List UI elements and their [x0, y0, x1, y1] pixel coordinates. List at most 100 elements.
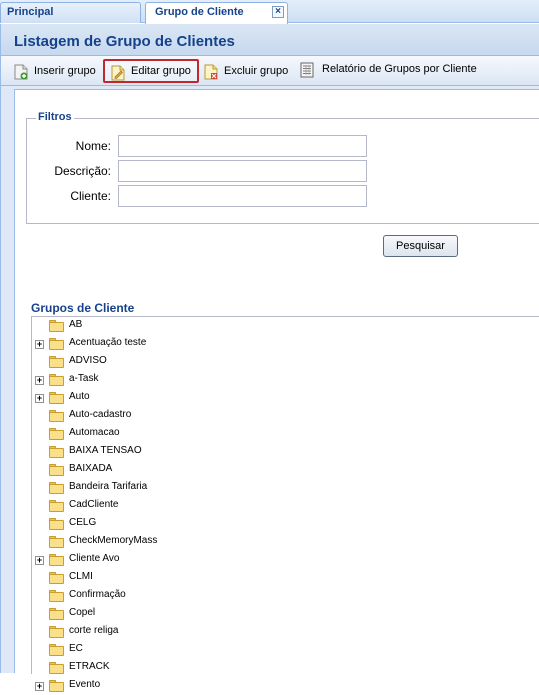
folder-icon [49, 626, 64, 638]
folder-icon [49, 608, 64, 620]
expand-icon[interactable]: + [35, 556, 44, 565]
tree-node[interactable]: + Evento [32, 677, 539, 695]
tree-node-label: Acentuação teste [69, 337, 147, 348]
pesquisar-button[interactable]: Pesquisar [383, 235, 458, 257]
folder-icon [49, 572, 64, 584]
edit-document-icon [111, 65, 125, 81]
folder-icon [49, 464, 64, 476]
grupos-title: Grupos de Cliente [31, 301, 135, 315]
filtros-legend: Filtros [36, 111, 74, 123]
tree-node-label: Cliente Avo [69, 553, 120, 564]
tree-node[interactable]: Automacao [32, 425, 539, 443]
tree-node[interactable]: CLMI [32, 569, 539, 587]
report-icon [300, 62, 314, 78]
cliente-input[interactable] [118, 185, 367, 207]
toolbar: Inserir grupo Editar grupo Excluir grupo [1, 56, 539, 86]
folder-icon [49, 356, 64, 368]
tree-node[interactable]: BAIXA TENSAO [32, 443, 539, 461]
tree-node[interactable]: + a-Task [32, 371, 539, 389]
expand-icon[interactable]: + [35, 394, 44, 403]
inserir-grupo-button[interactable]: Inserir grupo [14, 59, 102, 83]
tree-node-label: Confirmação [69, 589, 126, 600]
folder-icon [49, 482, 64, 494]
folder-icon [49, 554, 64, 566]
tree-node-label: BAIXADA [69, 463, 113, 474]
tree-node-label: Auto [69, 391, 90, 402]
tab-strip: Principal Grupo de Cliente × [0, 0, 539, 24]
tree-node-label: ADVISO [69, 355, 107, 366]
folder-icon [49, 680, 64, 692]
folder-icon [49, 410, 64, 422]
tree-node-label: CLMI [69, 571, 93, 582]
tree-node[interactable]: AB [32, 317, 539, 335]
folder-icon [49, 644, 64, 656]
tree-node[interactable]: Bandeira Tarifaria [32, 479, 539, 497]
close-tab-icon[interactable]: × [272, 6, 284, 18]
inserir-grupo-label: Inserir grupo [34, 65, 96, 77]
tree-node[interactable]: CadCliente [32, 497, 539, 515]
tree-node[interactable]: corte religa [32, 623, 539, 641]
add-document-icon [14, 64, 28, 80]
editar-grupo-button[interactable]: Editar grupo [103, 59, 199, 83]
folder-icon [49, 500, 64, 512]
main-panel: Listagem de Grupo de Clientes Inserir gr… [0, 24, 539, 692]
excluir-grupo-button[interactable]: Excluir grupo [204, 59, 294, 83]
tree-node[interactable]: BAIXADA [32, 461, 539, 479]
folder-icon [49, 518, 64, 530]
tab-principal-label: Principal [7, 6, 54, 18]
folder-icon [49, 392, 64, 404]
expand-icon[interactable]: + [35, 340, 44, 349]
nome-label: Nome: [75, 139, 111, 153]
tree-node[interactable]: CELG [32, 515, 539, 533]
tree-node[interactable]: Auto-cadastro [32, 407, 539, 425]
tree-node[interactable]: CheckMemoryMass [32, 533, 539, 551]
tree-node-label: Evento [69, 679, 101, 690]
tree-node[interactable]: Confirmação [32, 587, 539, 605]
tree-node-label: ETRACK [69, 661, 110, 672]
tree-node-label: CheckMemoryMass [69, 535, 158, 546]
relatorio-grupos-label: Relatório de Grupos por Cliente [322, 63, 477, 75]
folder-icon [49, 446, 64, 458]
tree-node-label: CadCliente [69, 499, 119, 510]
delete-document-icon [204, 64, 218, 80]
folder-icon [49, 428, 64, 440]
relatorio-grupos-button[interactable]: Relatório de Grupos por Cliente [300, 59, 500, 83]
tree-node[interactable]: + Acentuação teste [32, 335, 539, 353]
editar-grupo-label: Editar grupo [131, 65, 191, 77]
tree-node[interactable]: Copel [32, 605, 539, 623]
grupos-tree: AB + Acentuação teste ADVISO + a-Task + Auto Aut… [31, 316, 539, 692]
tab-grupo-de-cliente[interactable]: Grupo de Cliente × [145, 2, 288, 24]
excluir-grupo-label: Excluir grupo [224, 65, 289, 77]
folder-icon [49, 338, 64, 350]
tree-node-label: Bandeira Tarifaria [69, 481, 148, 492]
folder-icon [49, 374, 64, 386]
tab-grupo-label: Grupo de Cliente [155, 6, 244, 18]
tree-node[interactable]: EC [32, 641, 539, 659]
content-area: Filtros Nome: Descrição: Cliente: Pesqui… [14, 89, 539, 692]
tree-node-label: Auto-cadastro [69, 409, 132, 420]
tree-node[interactable]: + Auto [32, 389, 539, 407]
folder-icon [49, 320, 64, 332]
filtros-fieldset: Filtros Nome: Descrição: Cliente: [26, 111, 539, 224]
tree-node-label: BAIXA TENSAO [69, 445, 142, 456]
tree-node-label: Copel [69, 607, 96, 618]
tree-node[interactable]: + Cliente Avo [32, 551, 539, 569]
tree-node[interactable]: ADVISO [32, 353, 539, 371]
nome-input[interactable] [118, 135, 367, 157]
folder-icon [49, 590, 64, 602]
panel-title: Listagem de Grupo de Clientes [1, 24, 539, 56]
tree-node-label: AB [69, 319, 83, 330]
tree-node-label: CELG [69, 517, 97, 528]
tree-node-label: Automacao [69, 427, 120, 438]
tree-node-label: EC [69, 643, 83, 654]
descricao-label: Descrição: [54, 164, 111, 178]
expand-icon[interactable]: + [35, 682, 44, 691]
descricao-input[interactable] [118, 160, 367, 182]
tree-node-label: a-Task [69, 373, 99, 384]
folder-icon [49, 662, 64, 674]
tree-node-label: corte religa [69, 625, 119, 636]
tree-node[interactable]: ETRACK [32, 659, 539, 677]
cliente-label: Cliente: [70, 189, 111, 203]
tab-principal[interactable]: Principal [0, 2, 141, 23]
expand-icon[interactable]: + [35, 376, 44, 385]
